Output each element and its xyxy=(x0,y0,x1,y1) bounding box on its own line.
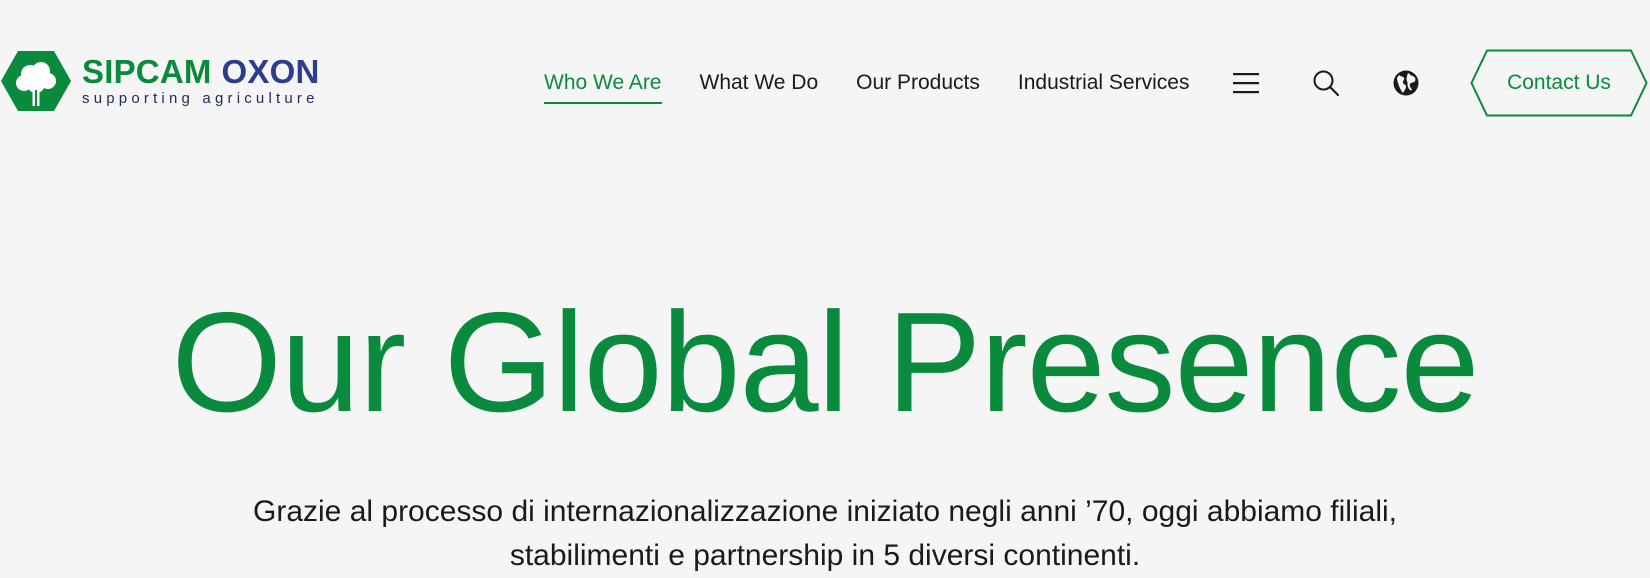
search-button[interactable] xyxy=(1309,66,1343,100)
nav-item-industrial-services[interactable]: Industrial Services xyxy=(1018,66,1190,100)
language-button[interactable] xyxy=(1389,66,1423,100)
brand-tagline: supporting agriculture xyxy=(82,89,319,107)
site-header: SIPCAM OXON supporting agriculture Who We… xyxy=(0,0,1650,168)
contact-us-label: Contact Us xyxy=(1507,71,1611,94)
brand-name: SIPCAM OXON xyxy=(82,52,320,90)
brand-wordmark: SIPCAM OXON supporting agriculture xyxy=(82,52,320,108)
hero-description: Grazie al processo di internazionalizzaz… xyxy=(253,495,1397,572)
main-navigation: Who We Are What We Do Our Products Indus… xyxy=(544,66,1190,104)
page: SIPCAM OXON supporting agriculture Who We… xyxy=(0,0,1650,578)
brand-name-part2: OXON xyxy=(221,52,320,90)
globe-icon xyxy=(1393,70,1419,96)
hamburger-menu-icon xyxy=(1233,73,1259,94)
brand-name-part1: SIPCAM xyxy=(82,52,212,90)
nav-item-our-products[interactable]: Our Products xyxy=(856,66,980,100)
menu-button[interactable] xyxy=(1229,66,1263,100)
contact-us-button[interactable]: Contact Us xyxy=(1470,49,1648,117)
brand-logo-link[interactable]: SIPCAM OXON supporting agriculture xyxy=(0,50,320,112)
search-icon xyxy=(1313,70,1340,97)
page-title: Our Global Presence xyxy=(171,283,1480,442)
nav-item-what-we-do[interactable]: What We Do xyxy=(700,66,819,100)
tree-logo-icon xyxy=(1,51,71,111)
nav-item-who-we-are[interactable]: Who We Are xyxy=(544,66,662,104)
